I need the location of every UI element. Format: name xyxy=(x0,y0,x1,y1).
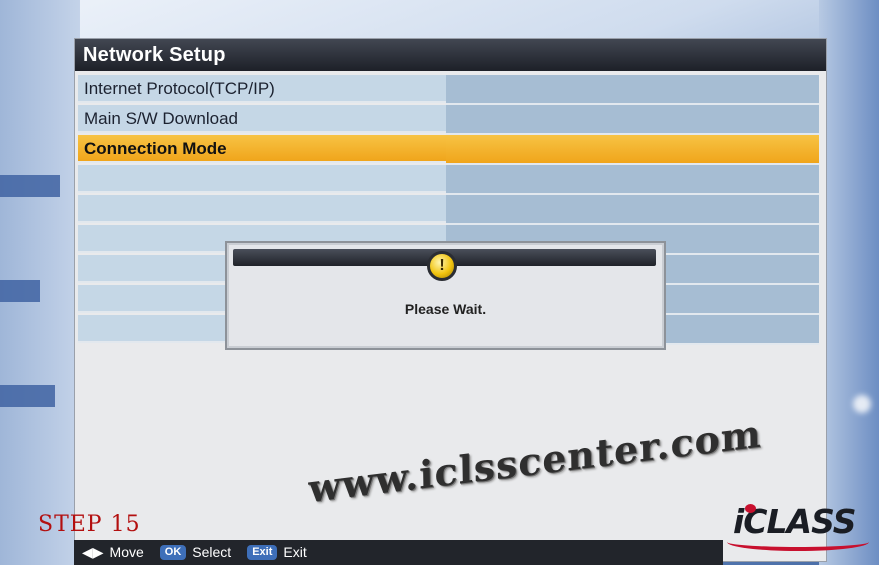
ok-key-icon: OK xyxy=(159,545,187,560)
background-streak xyxy=(0,385,55,407)
network-setup-panel: Network Setup Internet Protocol(TCP/IP) … xyxy=(74,38,827,562)
watermark-text: www.iclsscenter.com xyxy=(308,410,762,512)
menu-item-value xyxy=(446,135,819,165)
menu-item-main-sw-download[interactable]: Main S/W Download xyxy=(78,105,819,135)
menu-item-value xyxy=(446,75,819,105)
menu-item-label: Internet Protocol(TCP/IP) xyxy=(78,75,446,103)
background-streak xyxy=(0,175,60,197)
page-title: Network Setup xyxy=(75,39,826,71)
menu-item-value xyxy=(446,165,819,195)
logo-swoosh xyxy=(727,533,869,551)
footer-help-bar: ◀▶ Move OK Select Exit Exit xyxy=(74,540,723,565)
menu-item-label: Connection Mode xyxy=(78,135,446,163)
arrow-left-right-icon: ◀▶ xyxy=(82,544,104,560)
background-streak xyxy=(0,280,40,302)
please-wait-dialog: ! Please Wait. xyxy=(225,241,666,350)
info-icon: ! xyxy=(427,251,457,281)
menu-item-value xyxy=(446,195,819,225)
select-label: Select xyxy=(192,544,232,560)
menu-item-label: Main S/W Download xyxy=(78,105,446,133)
menu-item-value xyxy=(446,105,819,135)
exit-label: Exit xyxy=(283,544,307,560)
brand-logo: iCLASS xyxy=(727,503,873,551)
exit-key-icon: Exit xyxy=(247,545,278,560)
menu-item-internet-protocol[interactable]: Internet Protocol(TCP/IP) xyxy=(78,75,819,105)
menu-item-label xyxy=(78,195,446,223)
menu-item-connection-mode[interactable]: Connection Mode xyxy=(78,135,819,165)
menu-item-empty xyxy=(78,195,819,225)
menu-item-empty xyxy=(78,165,819,195)
background-glow xyxy=(853,395,871,413)
logo-dot xyxy=(745,504,756,513)
move-label: Move xyxy=(109,544,144,560)
menu-item-label xyxy=(78,165,446,193)
step-label: STEP 15 xyxy=(38,512,141,537)
background-right xyxy=(819,0,879,565)
dialog-message: Please Wait. xyxy=(404,301,487,317)
